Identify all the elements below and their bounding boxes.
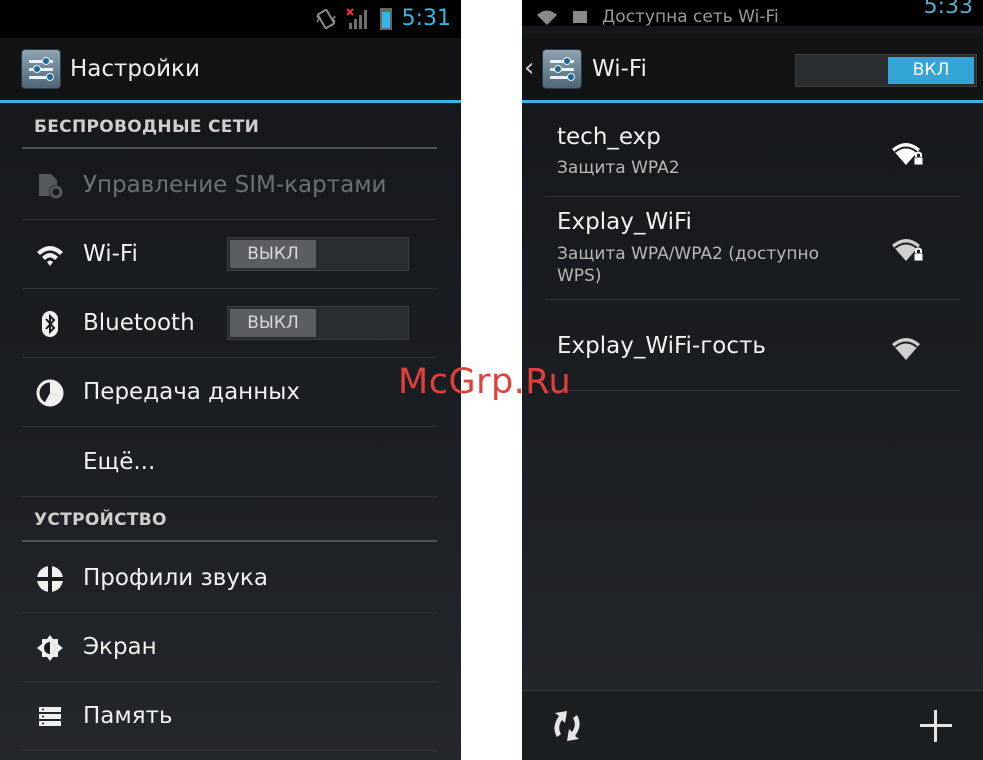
data-usage-icon [36,379,64,407]
wifi-notification-icon [537,10,557,25]
settings-item-data-usage[interactable]: Передача данных [22,358,437,427]
settings-item-storage[interactable]: Память [22,682,437,751]
settings-item-label: Wi-Fi [83,241,138,267]
settings-item-label: Память [83,703,173,729]
status-bar: 5:31 [0,0,461,38]
action-bar: Настройки [0,38,461,103]
add-network-icon[interactable] [919,709,953,743]
settings-item-bluetooth[interactable]: Bluetooth ВЫКЛ [22,289,437,358]
settings-app-icon[interactable] [21,49,61,89]
no-signal-icon [345,8,367,29]
page-title: Wi-Fi [592,56,647,82]
wifi-network-row[interactable]: Explay_WiFi-гость [545,300,960,391]
notification-badge-icon [573,11,587,23]
settings-item-label: Ещё... [83,449,156,475]
settings-item-more[interactable]: Ещё... [22,428,437,497]
page-title: Настройки [70,56,200,82]
wifi-toggle[interactable]: ВЫКЛ [227,237,409,271]
sim-settings-icon [39,174,63,199]
toggle-thumb: ВЫКЛ [230,309,316,337]
up-caret-icon[interactable]: ‹ [524,54,534,82]
settings-screen: 5:31 Настройки БЕСПРОВОДНЫЕ СЕТИ Управле… [0,0,461,760]
settings-item-label: Экран [83,634,157,660]
network-security: Защита WPA2 [557,158,680,178]
settings-item-label: Управление SIM-картами [83,172,387,198]
status-clock: 5:31 [401,6,451,31]
wifi-master-toggle[interactable]: ВКЛ [795,54,977,87]
display-icon [37,635,63,661]
wifi-signal-locked-icon [892,143,924,166]
wifi-signal-locked-icon [892,239,924,262]
status-bar: Доступна сеть Wi-Fi 5:33 [522,0,983,28]
battery-icon [379,8,392,30]
status-clock: 5:33 [923,0,973,19]
watermark: McGrp.Ru [398,362,572,402]
wifi-network-row[interactable]: Explay_WiFi Защита WPA/WPA2 (доступно WP… [545,197,960,300]
bottom-action-bar [522,690,983,760]
storage-icon [39,707,61,726]
toggle-thumb: ВЫКЛ [230,240,316,268]
settings-item-sim: Управление SIM-картами [22,151,437,220]
settings-item-display[interactable]: Экран [22,613,437,682]
wifi-screen: Доступна сеть Wi-Fi 5:33 ‹ Wi-Fi ВКЛ tec… [522,0,983,760]
bluetooth-toggle[interactable]: ВЫКЛ [227,306,409,340]
sound-profiles-icon [37,566,63,592]
notification-text: Доступна сеть Wi-Fi [602,7,779,27]
wifi-icon [37,246,63,266]
settings-item-wifi[interactable]: Wi-Fi ВЫКЛ [22,220,437,289]
network-security: Защита WPA/WPA2 (доступно WPS) [557,244,819,286]
bluetooth-icon [42,311,58,337]
section-header-wireless: БЕСПРОВОДНЫЕ СЕТИ [22,107,437,149]
network-name: tech_exp [557,124,661,150]
notification: Доступна сеть Wi-Fi [536,6,779,28]
toggle-thumb: ВКЛ [888,57,974,84]
settings-item-sound-profiles[interactable]: Профили звука [22,544,437,613]
settings-item-label: Профили звука [83,565,268,591]
settings-app-icon[interactable] [542,49,582,89]
wifi-signal-icon [892,338,920,360]
scan-icon[interactable] [549,707,585,745]
settings-item-label: Bluetooth [83,310,195,336]
vibrate-icon [315,8,336,30]
wifi-network-row[interactable]: tech_exp Защита WPA2 [545,112,960,197]
action-bar: ‹ Wi-Fi ВКЛ [522,38,983,103]
settings-item-label: Передача данных [83,379,301,405]
network-name: Explay_WiFi-гость [557,333,766,359]
section-header-device: УСТРОЙСТВО [22,500,437,542]
network-name: Explay_WiFi [557,209,692,235]
